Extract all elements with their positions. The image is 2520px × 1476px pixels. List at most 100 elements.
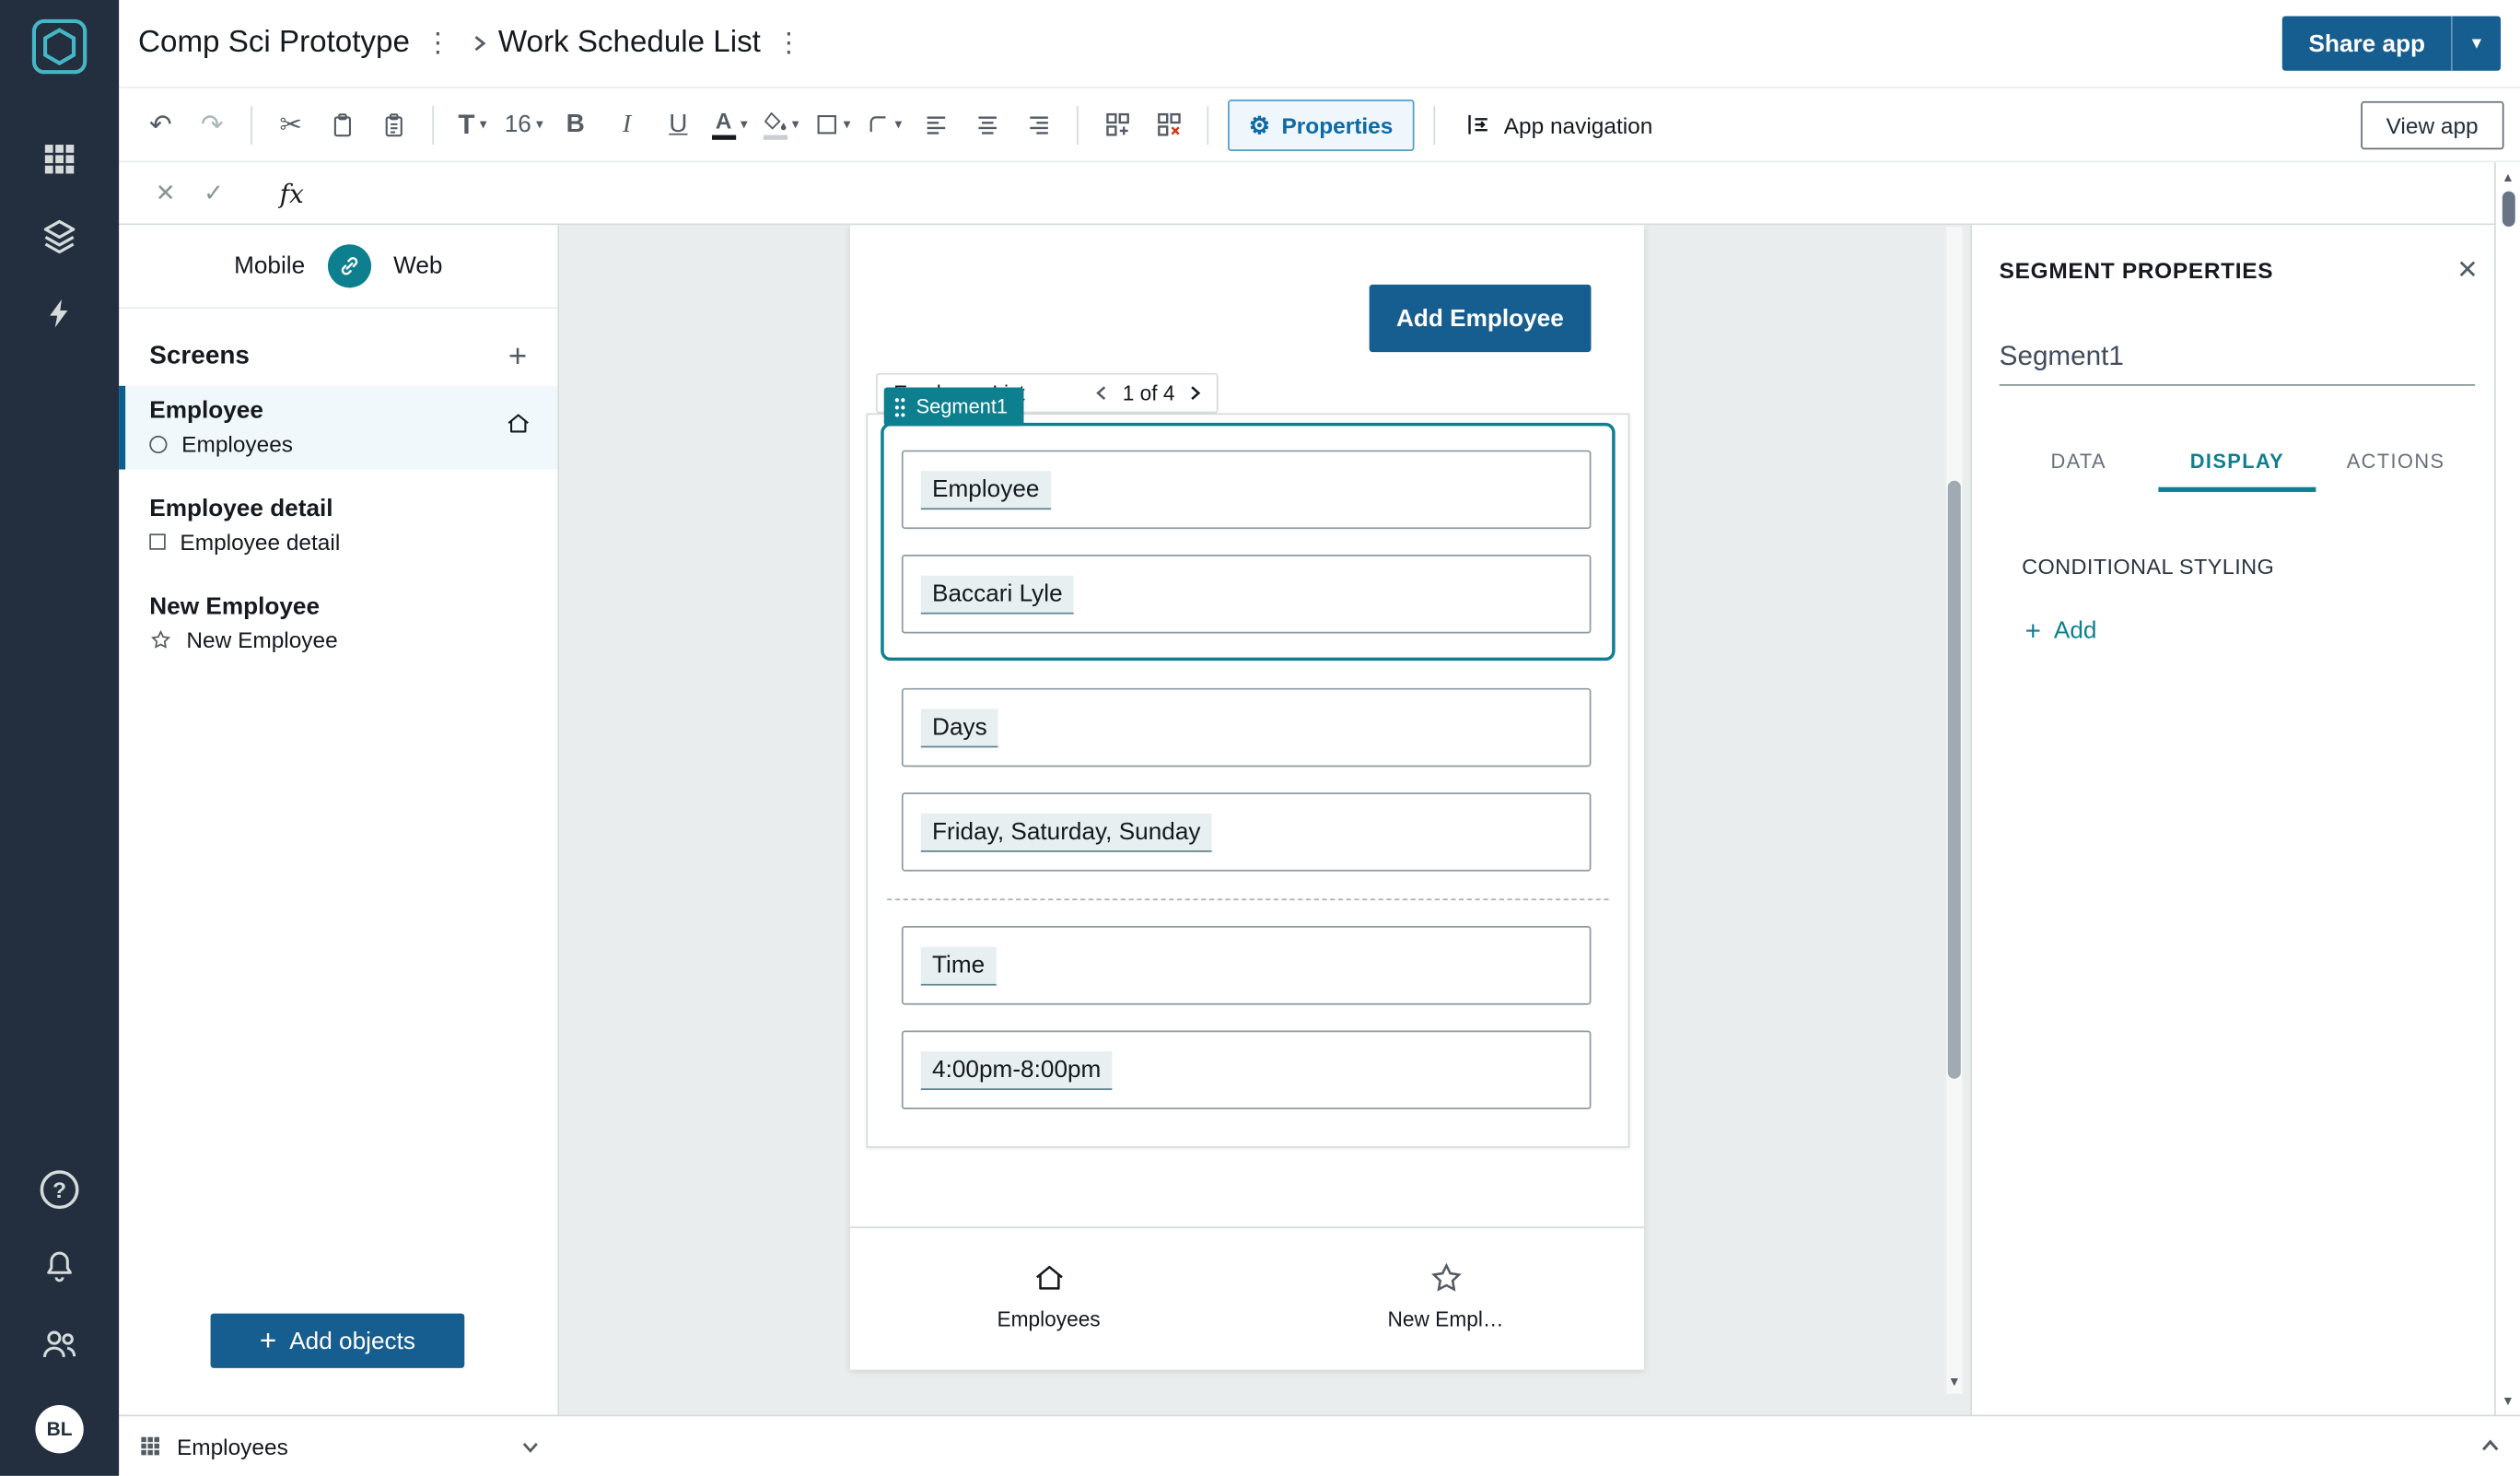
align-right-button[interactable]	[1016, 100, 1061, 148]
help-icon[interactable]: ?	[28, 1157, 92, 1222]
screen-menu-kebab-icon[interactable]: ⋮	[761, 28, 817, 60]
canvas-scrollbar-thumb[interactable]	[1947, 480, 1961, 1079]
page-scrollbar-thumb[interactable]	[2502, 191, 2515, 228]
table-dropdown-chevron-icon[interactable]	[520, 1436, 540, 1456]
team-members-icon[interactable]	[28, 1312, 92, 1376]
undo-button[interactable]: ↶	[138, 100, 183, 148]
app-menu-kebab-icon[interactable]: ⋮	[410, 28, 466, 60]
toolbar-divider	[1077, 105, 1079, 145]
align-left-button[interactable]	[913, 100, 958, 148]
bound-text: Time	[920, 945, 997, 985]
add-objects-button[interactable]: + Add objects	[210, 1313, 465, 1368]
mobile-screen-preview: Add Employee Employee List 1 of 4	[850, 225, 1645, 1370]
bound-text: 4:00pm-8:00pm	[920, 1050, 1113, 1090]
scroll-up-icon[interactable]: ▲	[2496, 166, 2520, 188]
web-toggle-label[interactable]: Web	[393, 252, 442, 280]
add-employee-button[interactable]: Add Employee	[1369, 284, 1592, 353]
segment-name-input[interactable]	[1999, 327, 2476, 386]
breadcrumb-chevron-icon	[469, 34, 488, 53]
tables-icon[interactable]	[28, 127, 92, 192]
automations-icon[interactable]	[28, 281, 92, 346]
paste-button[interactable]	[371, 100, 416, 148]
properties-button[interactable]: ⚙ Properties	[1228, 99, 1414, 151]
field-employee-value[interactable]: Baccari Lyle	[901, 554, 1592, 634]
formula-cancel-icon[interactable]: ✕	[142, 172, 190, 214]
table-selector[interactable]: Employees	[119, 1433, 559, 1459]
prev-page-icon[interactable]	[1093, 384, 1111, 402]
toolbar-divider	[1432, 105, 1435, 145]
canvas-scrollbar[interactable]: ▼	[1944, 225, 1965, 1396]
star-icon	[150, 629, 171, 649]
page-scrollbar[interactable]: ▲ ▼	[2494, 162, 2520, 1415]
nav-item-employees[interactable]: Employees	[850, 1260, 1247, 1370]
builder-layers-icon[interactable]	[28, 205, 92, 269]
breadcrumb-app-name[interactable]: Comp Sci Prototype	[138, 26, 410, 61]
scroll-down-icon[interactable]: ▼	[2496, 1389, 2520, 1412]
tab-data[interactable]: DATA	[2000, 434, 2158, 492]
share-app-label: Share app	[2308, 29, 2426, 57]
field-employee-label[interactable]: Employee	[901, 450, 1592, 530]
panel-title: SEGMENT PROPERTIES	[1999, 257, 2274, 284]
device-toggle: Mobile Web	[119, 225, 558, 310]
underline-button[interactable]: U	[656, 100, 701, 148]
share-dropdown-chevron-icon[interactable]: ▼	[2453, 16, 2501, 70]
remove-block-button[interactable]	[1146, 100, 1191, 148]
share-app-button[interactable]: Share app ▼	[2282, 16, 2502, 71]
field-time-label[interactable]: Time	[901, 926, 1592, 1005]
copy-button[interactable]	[320, 100, 365, 148]
scroll-down-icon[interactable]: ▼	[1946, 1368, 1962, 1394]
borders-dropdown[interactable]: ▾	[810, 100, 855, 148]
text-style-dropdown[interactable]: T ▾	[450, 100, 496, 148]
formula-confirm-icon[interactable]: ✓	[190, 172, 238, 214]
breadcrumb-screen-name[interactable]: Work Schedule List	[498, 26, 761, 61]
field-days-label[interactable]: Days	[901, 687, 1592, 767]
screen-item-new-employee[interactable]: New Employee New Employee	[119, 582, 557, 666]
corner-radius-dropdown[interactable]: ▾	[861, 100, 906, 148]
star-icon	[1430, 1262, 1461, 1292]
honeycode-logo-icon[interactable]	[29, 16, 89, 85]
add-conditional-style-button[interactable]: + Add	[2025, 617, 2097, 645]
screen-title: New Employee	[149, 592, 321, 621]
field-time-value[interactable]: 4:00pm-8:00pm	[901, 1030, 1592, 1109]
drag-handle-icon[interactable]	[893, 396, 906, 417]
bound-text: Friday, Saturday, Sunday	[920, 813, 1212, 851]
table-grid-icon	[141, 1436, 159, 1456]
font-size-dropdown[interactable]: 16 ▾	[501, 100, 546, 148]
italic-button[interactable]: I	[604, 100, 649, 148]
screen-subtitle: Employee detail	[180, 529, 341, 555]
align-center-button[interactable]	[964, 100, 1009, 148]
screen-item-employee[interactable]: Employee Employees	[119, 385, 558, 470]
tab-display[interactable]: DISPLAY	[2157, 434, 2317, 492]
cut-button[interactable]: ✂	[268, 100, 313, 148]
view-app-button[interactable]: View app	[2360, 100, 2504, 149]
bold-button[interactable]: B	[553, 100, 598, 148]
add-block-button[interactable]	[1094, 100, 1139, 148]
fill-color-dropdown[interactable]: ▾	[759, 100, 804, 148]
design-canvas[interactable]: Add Employee Employee List 1 of 4	[559, 225, 1971, 1415]
add-screen-button[interactable]: +	[508, 341, 527, 373]
square-icon	[149, 533, 166, 550]
bound-text: Days	[920, 708, 998, 747]
segment-drag-tag[interactable]: Segment1	[883, 387, 1024, 427]
redo-button[interactable]: ↷	[190, 100, 235, 148]
close-panel-icon[interactable]: ✕	[2456, 254, 2478, 287]
link-screens-icon[interactable]	[327, 244, 371, 288]
mobile-toggle-label[interactable]: Mobile	[234, 252, 305, 280]
text-color-dropdown[interactable]: A ▾	[707, 100, 752, 148]
home-icon	[1035, 1265, 1062, 1290]
tab-actions[interactable]: ACTIONS	[2316, 434, 2475, 492]
next-page-icon[interactable]	[1186, 384, 1204, 402]
screen-item-employee-detail[interactable]: Employee detail Employee detail	[119, 484, 557, 568]
top-header: Comp Sci Prototype ⋮ Work Schedule List …	[119, 0, 2520, 88]
properties-label: Properties	[1281, 111, 1394, 138]
text-style-label: T	[458, 108, 475, 139]
user-avatar[interactable]: BL	[35, 1405, 84, 1454]
expand-tables-chevron-icon[interactable]	[2479, 1435, 2520, 1457]
notifications-bell-icon[interactable]	[28, 1235, 92, 1299]
plus-icon: +	[259, 1324, 277, 1357]
nav-item-new-employee[interactable]: New Empl…	[1247, 1260, 1644, 1370]
segment-tag-label: Segment1	[916, 395, 1009, 418]
field-days-value[interactable]: Friday, Saturday, Sunday	[901, 792, 1592, 872]
app-navigation-button[interactable]: App navigation	[1448, 111, 1669, 138]
table-name: Employees	[176, 1433, 288, 1459]
